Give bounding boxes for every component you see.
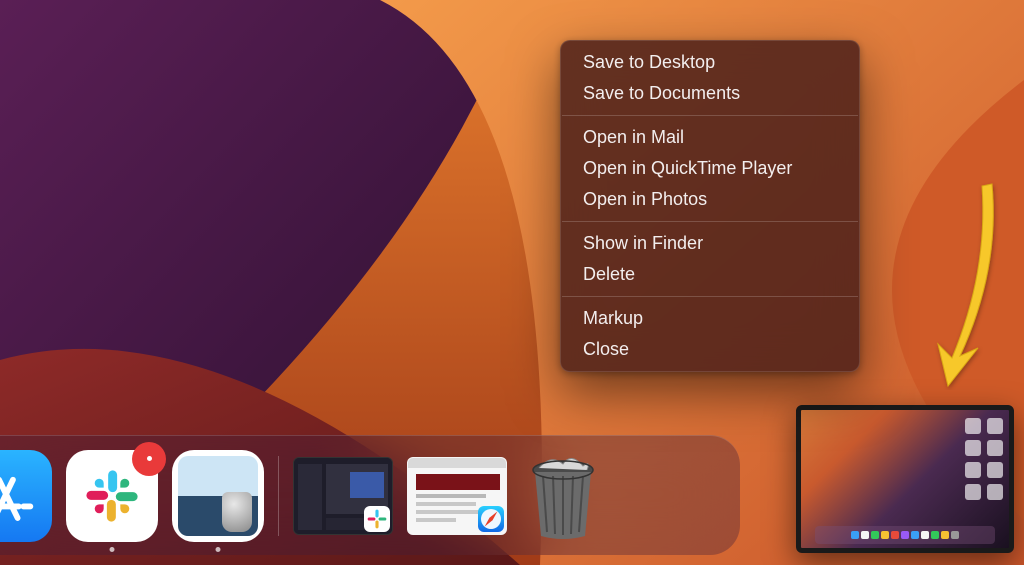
- menu-separator: [562, 296, 858, 297]
- menu-open-in-quicktime[interactable]: Open in QuickTime Player: [561, 153, 859, 184]
- dock-app-appstore[interactable]: [0, 450, 52, 542]
- dock-app-slack[interactable]: [66, 450, 158, 542]
- minimized-window-slack[interactable]: [293, 457, 393, 535]
- safari-icon: [478, 506, 504, 532]
- menu-separator: [562, 115, 858, 116]
- menu-close[interactable]: Close: [561, 334, 859, 365]
- annotation-arrow-icon: [924, 180, 1014, 390]
- trash-full-icon: [521, 450, 605, 542]
- preview-icon: [178, 456, 258, 536]
- menu-markup[interactable]: Markup: [561, 303, 859, 334]
- dock: [0, 435, 740, 555]
- menu-save-to-desktop[interactable]: Save to Desktop: [561, 47, 859, 78]
- menu-show-in-finder[interactable]: Show in Finder: [561, 228, 859, 259]
- desktop-icons-mini: [965, 418, 1003, 500]
- menu-open-in-photos[interactable]: Open in Photos: [561, 184, 859, 215]
- slack-icon: [364, 506, 390, 532]
- menu-save-to-documents[interactable]: Save to Documents: [561, 78, 859, 109]
- mini-dock-icon: [815, 526, 995, 544]
- slack-icon: [80, 464, 144, 528]
- running-indicator-icon: [216, 547, 221, 552]
- running-indicator-icon: [110, 547, 115, 552]
- screenshot-thumbnail[interactable]: [796, 405, 1014, 553]
- menu-separator: [562, 221, 858, 222]
- minimized-window-safari[interactable]: [407, 457, 507, 535]
- dock-trash[interactable]: [521, 450, 605, 542]
- appstore-icon: [0, 467, 35, 525]
- notification-badge-icon: [132, 442, 166, 476]
- dock-app-preview[interactable]: [172, 450, 264, 542]
- dock-separator: [278, 456, 279, 536]
- menu-open-in-mail[interactable]: Open in Mail: [561, 122, 859, 153]
- menu-delete[interactable]: Delete: [561, 259, 859, 290]
- screenshot-context-menu: Save to Desktop Save to Documents Open i…: [560, 40, 860, 372]
